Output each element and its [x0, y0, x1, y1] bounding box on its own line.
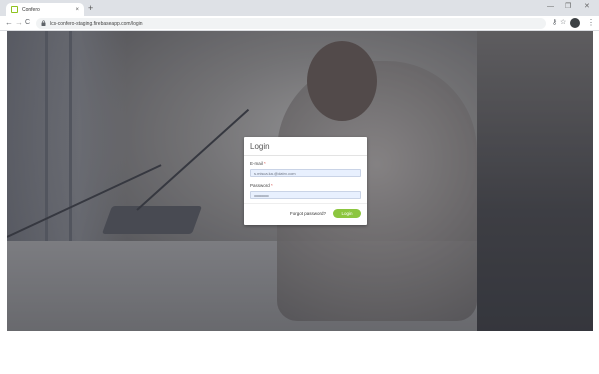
password-field[interactable] [250, 191, 361, 199]
key-icon[interactable]: ⚷ [552, 18, 557, 28]
tab-close-icon[interactable]: × [75, 7, 79, 13]
browser-tabstrip: Confero × + — ❐ ✕ [0, 0, 599, 16]
login-card: Login E-mail * Password * Forgot passwor… [244, 137, 367, 225]
profile-avatar-icon[interactable] [570, 18, 580, 28]
browser-menu-icon[interactable]: ⋮ [587, 17, 595, 28]
reload-icon[interactable]: C [25, 18, 30, 28]
maximize-icon[interactable]: ❐ [565, 2, 571, 12]
login-title: Login [250, 142, 270, 151]
divider [244, 203, 367, 204]
email-label-text: E-mail [250, 161, 263, 166]
back-icon[interactable]: ← [5, 18, 13, 28]
browser-tab[interactable]: Confero × [6, 3, 84, 16]
login-button[interactable]: Login [333, 209, 361, 218]
divider [244, 155, 367, 156]
email-field[interactable] [250, 169, 361, 177]
password-label: Password * [250, 183, 273, 188]
confero-favicon-icon [11, 6, 18, 13]
forward-icon[interactable]: → [15, 18, 23, 28]
email-label: E-mail * [250, 161, 266, 166]
address-bar[interactable]: lcs-confero-staging.firebaseapp.com/logi… [36, 18, 546, 29]
lock-icon [41, 20, 46, 26]
minimize-icon[interactable]: — [547, 2, 554, 12]
window-close-icon[interactable]: ✕ [584, 2, 590, 12]
password-label-text: Password [250, 183, 270, 188]
browser-toolbar: ← → C lcs-confero-staging.firebaseapp.co… [0, 16, 599, 31]
star-icon[interactable]: ☆ [560, 18, 566, 28]
new-tab-icon[interactable]: + [88, 3, 93, 13]
required-mark: * [271, 183, 273, 188]
forgot-password-link[interactable]: Forgot password? [290, 211, 326, 216]
required-mark: * [264, 161, 266, 166]
tab-title: Confero [22, 6, 40, 13]
url-text: lcs-confero-staging.firebaseapp.com/logi… [50, 20, 143, 27]
